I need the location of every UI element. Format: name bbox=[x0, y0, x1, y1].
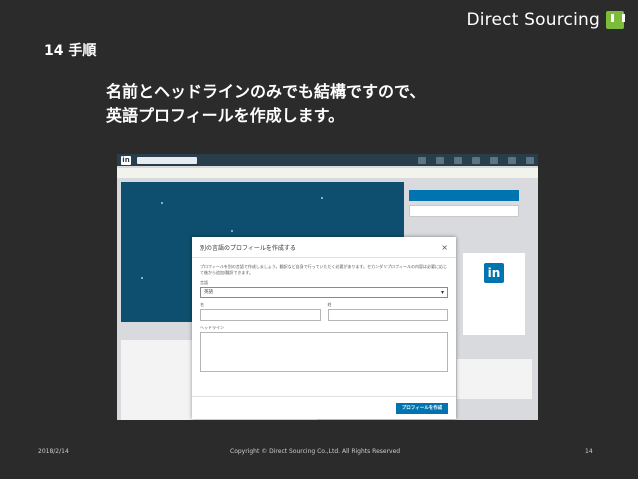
linkedin-card-logo-icon: in bbox=[484, 263, 504, 283]
nav-network-icon[interactable] bbox=[436, 156, 444, 164]
nav-jobs-icon[interactable] bbox=[454, 156, 462, 164]
profile-side-actions bbox=[409, 190, 519, 221]
footer-copyright: Copyright © Direct Sourcing Co.,Ltd. All… bbox=[230, 448, 401, 455]
first-name-field[interactable] bbox=[200, 309, 321, 321]
name-row: 名 姓 bbox=[192, 298, 456, 321]
profile-side-button-secondary[interactable] bbox=[409, 205, 519, 217]
last-name-label: 姓 bbox=[327, 302, 332, 307]
language-select[interactable]: 英語 bbox=[200, 287, 448, 298]
headline-line-2: 英語プロフィールを作成します。 bbox=[106, 106, 345, 125]
linkedin-top-nav: in bbox=[117, 154, 538, 166]
brand: Direct Sourcing bbox=[466, 10, 625, 30]
headline-label: ヘッドライン bbox=[200, 325, 224, 330]
create-profile-modal: 別の言語のプロフィールを作成する × プロフィールを別の言語で作成しましょう。翻… bbox=[192, 237, 456, 419]
linkedin-card: in bbox=[463, 253, 525, 335]
headline-field[interactable] bbox=[200, 332, 448, 372]
linkedin-banner bbox=[117, 168, 538, 178]
linkedin-screenshot: in in 別の言語のプロフィールを作成する × プロフィールを別の言語で作成し… bbox=[117, 154, 538, 420]
nav-home-icon[interactable] bbox=[418, 156, 426, 164]
first-name-col: 名 bbox=[200, 298, 321, 321]
first-name-label: 名 bbox=[200, 302, 204, 307]
last-name-field[interactable] bbox=[327, 309, 448, 321]
linkedin-nav-items bbox=[418, 156, 534, 164]
linkedin-search-input[interactable] bbox=[137, 156, 197, 164]
modal-footer: プロフィールを作成 bbox=[192, 396, 456, 419]
nav-messages-icon[interactable] bbox=[472, 156, 480, 164]
headline-line-1: 名前とヘッドラインのみでも結構ですので、 bbox=[106, 82, 426, 101]
language-label: 言語 bbox=[200, 280, 208, 285]
brand-name: Direct Sourcing bbox=[466, 10, 600, 30]
profile-panel-side bbox=[457, 359, 532, 399]
footer-date: 2018/2/14 bbox=[38, 448, 69, 455]
nav-notifications-icon[interactable] bbox=[490, 156, 498, 164]
create-profile-button[interactable]: プロフィールを作成 bbox=[396, 403, 448, 414]
nav-apps-icon[interactable] bbox=[526, 156, 534, 164]
linkedin-logo-icon: in bbox=[121, 155, 131, 165]
modal-title: 別の言語のプロフィールを作成する bbox=[200, 244, 296, 252]
brand-logo-icon bbox=[606, 11, 625, 29]
modal-description: プロフィールを別の言語で作成しましょう。翻訳など自身で行っていただく必要がありま… bbox=[200, 264, 447, 275]
profile-side-button[interactable] bbox=[409, 190, 519, 201]
slide-title: 14 手順 bbox=[44, 43, 97, 59]
nav-profile-icon[interactable] bbox=[508, 156, 516, 164]
close-icon[interactable]: × bbox=[441, 243, 448, 252]
last-name-col: 姓 bbox=[327, 298, 448, 321]
headline: 名前とヘッドラインのみでも結構ですので、 英語プロフィールを作成します。 bbox=[106, 80, 425, 128]
footer-page-number: 14 bbox=[585, 448, 593, 455]
modal-header: 別の言語のプロフィールを作成する × bbox=[192, 237, 456, 258]
